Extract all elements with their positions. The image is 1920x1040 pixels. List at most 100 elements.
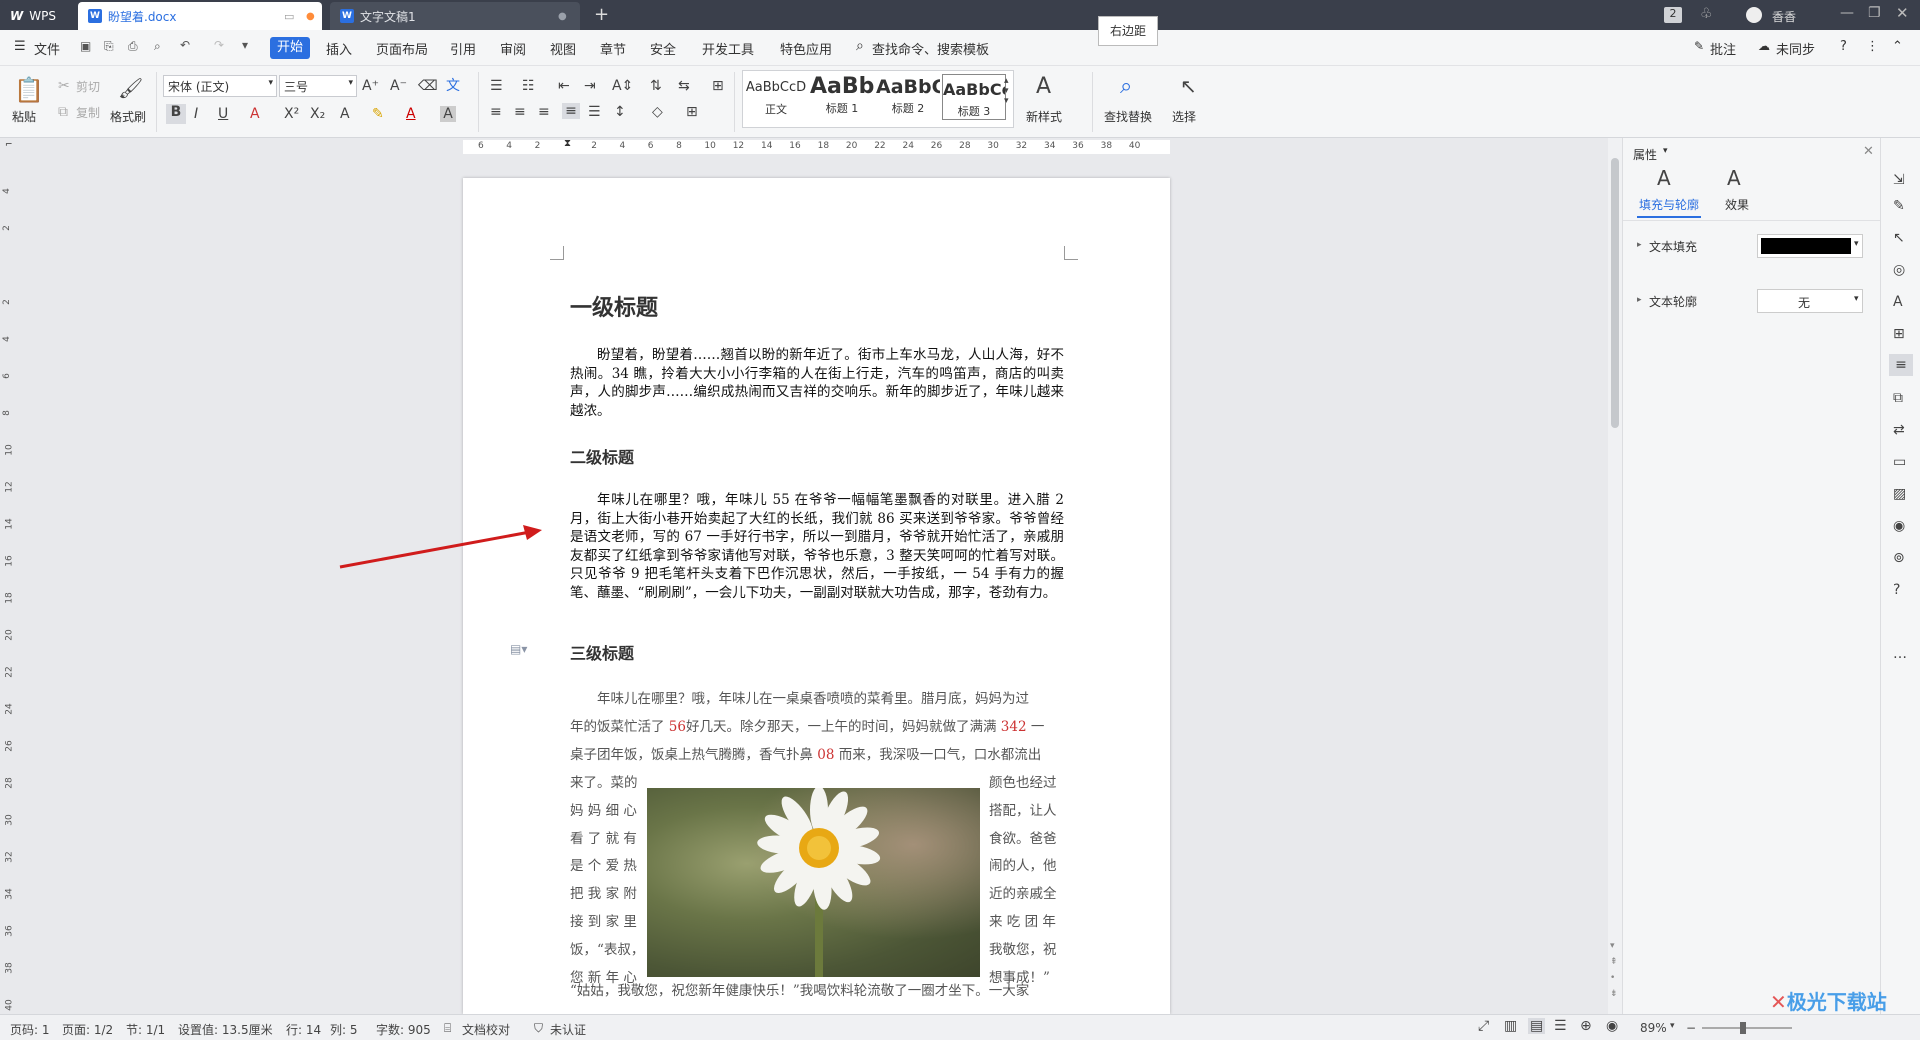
read-mode-icon[interactable]: ▥ [1504,1018,1517,1034]
justify-icon[interactable]: ≡ [562,103,580,119]
status-pages[interactable]: 页面: 1/2 [62,1021,113,1038]
shirt-icon[interactable]: ♧ [1700,6,1713,22]
more-icon[interactable]: … [1893,646,1907,662]
collapse-icon[interactable]: ⇲ [1893,172,1905,188]
paragraph-line[interactable]: 年味儿在哪里？哦，年味儿在一桌桌香喷喷的菜肴里。腊月底，妈妈为过 [570,686,1064,714]
format-painter-label[interactable]: 格式刷 [110,108,146,125]
cut-label[interactable]: 剪切 [76,78,100,95]
grow-font-icon[interactable]: A⁺ [362,78,379,94]
show-marks-icon[interactable]: ⇆ [678,78,690,94]
tab-fill-outline[interactable]: 填充与轮廓 [1639,196,1699,213]
highlight-icon[interactable]: ✎ [372,106,384,122]
chevron-down-icon[interactable]: ▾ [1670,1021,1675,1031]
zoom-slider-thumb[interactable] [1740,1022,1746,1034]
translate-icon[interactable]: ⊚ [1893,550,1905,566]
gallery-scroll-icon[interactable]: ▴ ▾ ▾ [1004,76,1009,106]
chevron-down-icon[interactable]: ▾ [1663,146,1668,156]
status-words[interactable]: 字数: 905 [376,1021,431,1038]
picture-icon[interactable]: ▨ [1893,486,1906,502]
tab-insert[interactable]: 插入 [326,39,352,58]
outline-view-icon[interactable]: ☰ [1554,1018,1567,1034]
effect-icon[interactable]: A [1727,166,1741,190]
page-count-badge[interactable]: 2 [1664,7,1682,23]
subscript-icon[interactable]: X₂ [310,106,325,122]
sync-status[interactable]: 未同步 [1776,39,1815,58]
status-section[interactable]: 节: 1/1 [126,1021,165,1038]
tab-developer[interactable]: 开发工具 [702,39,754,58]
cut-icon[interactable]: ✂ [58,78,70,94]
char-shading-icon[interactable]: A [440,106,456,122]
tab-view[interactable]: 视图 [550,39,576,58]
panel-title[interactable]: 属性 [1633,146,1657,163]
heading-2[interactable]: 二级标题 [570,444,634,468]
underline-icon[interactable]: U [218,106,228,122]
customize-icon[interactable]: ▾ [242,38,248,52]
zoom-slider[interactable] [1702,1027,1792,1029]
fill-outline-icon[interactable]: A [1657,166,1671,190]
char-scale-icon[interactable]: A⇕ [612,78,633,94]
distribute-icon[interactable]: ☰ [588,104,601,120]
bold-icon[interactable]: B [166,104,186,124]
shapes-icon[interactable]: ◎ [1893,262,1905,278]
text-outline-select[interactable]: 无 ▾ [1757,289,1863,313]
increase-indent-icon[interactable]: ⇥ [584,78,596,94]
pen-icon[interactable]: ✎ [1893,198,1905,214]
status-setting[interactable]: 设置值: 13.5厘米 [178,1021,273,1038]
flower-image[interactable] [647,788,980,977]
expand-icon[interactable]: ▸ [1637,240,1642,250]
box-icon[interactable]: ▭ [1893,454,1906,470]
properties-icon[interactable]: ≡ [1889,354,1913,376]
borders-icon[interactable]: ⊞ [686,104,698,120]
status-auth[interactable]: 未认证 [550,1021,586,1038]
help-icon[interactable]: ? [1840,39,1847,54]
collapse-ribbon-icon[interactable]: ⌃ [1892,39,1903,54]
copy-label[interactable]: 复制 [76,104,100,121]
scrollbar-thumb[interactable] [1611,158,1619,428]
table-icon[interactable]: ⊞ [1893,326,1905,342]
text-fill-select[interactable]: ▾ [1757,234,1863,258]
text-effect-icon[interactable]: A [340,106,350,122]
minimize-icon[interactable]: — [1840,5,1854,21]
tab-references[interactable]: 引用 [450,39,476,58]
tab-effect[interactable]: 效果 [1725,196,1749,213]
tab-home[interactable]: 开始 [270,37,310,59]
paragraph-line[interactable]: 桌子团年饭，饭桌上热气腾腾，香气扑鼻 08 而来，我深吸一口气，口水都流出 [570,742,1064,770]
paragraph-settings-icon[interactable]: ▤▾ [510,642,527,656]
paragraph[interactable]: 年味儿在哪里？哦，年味儿 55 在爷爷一幅幅笔墨飘香的对联里。进入腊 2 月，街… [570,491,1064,602]
select-label[interactable]: 选择 [1172,108,1196,125]
paragraph-line[interactable]: 年的饭菜忙活了 56好几天。除夕那天，一上午的时间，妈妈就做了满满 342 一 [570,714,1064,742]
wps-home-tab[interactable]: W WPS [0,2,78,30]
more-icon[interactable]: ⋮ [1866,39,1879,54]
phonetic-icon[interactable]: 文 [446,78,460,94]
close-icon[interactable]: ✕ [1863,144,1874,159]
tab-review[interactable]: 审阅 [500,39,526,58]
fullscreen-icon[interactable]: ⤢ [1478,1018,1489,1034]
italic-icon[interactable]: I [194,106,198,122]
horizontal-ruler[interactable]: 6 4 2 2 4 6 8 10 12 14 16 18 20 22 24 26 28 30 32 34 36 38 40 ⧗… [0,138,1608,156]
select-cursor-icon[interactable]: ↖ [1893,230,1905,246]
document-tab-active[interactable]: W 盼望着.docx ▭ ● [78,2,322,30]
tab-stop-icon[interactable]: ⌐ [5,140,13,150]
superscript-icon[interactable]: X² [284,106,299,122]
decrease-indent-icon[interactable]: ⇤ [558,78,570,94]
avatar[interactable] [1746,7,1762,23]
align-center-icon[interactable]: ≡ [514,104,526,120]
vertical-scrollbar[interactable]: ▾ ⇞ • ⇟ [1608,138,1622,1014]
command-search[interactable]: 查找命令、搜索模板 [872,39,989,58]
tab-features[interactable]: 特色应用 [780,39,832,58]
format-painter-icon[interactable]: 🖌 [118,78,143,98]
document-tab[interactable]: W 文字文稿1 ● [330,2,580,30]
output-icon[interactable]: ⎘ [104,39,114,54]
font-size-select[interactable]: 三号 ▾ [279,75,357,97]
find-replace-label[interactable]: 查找替换 [1104,108,1152,125]
menu-file[interactable]: 文件 [34,39,60,58]
zoom-level[interactable]: 89% [1640,1021,1667,1035]
eye-icon[interactable]: ◉ [1606,1018,1618,1034]
shrink-font-icon[interactable]: A⁻ [390,78,407,94]
new-style-label[interactable]: 新样式 [1026,108,1062,125]
backup-icon[interactable]: ◉ [1893,518,1905,534]
expand-icon[interactable]: ▸ [1637,295,1642,305]
align-right-icon[interactable]: ≡ [538,104,550,120]
style-heading-2[interactable]: AaBbC 标题 2 [876,74,940,120]
tab-security[interactable]: 安全 [650,39,676,58]
